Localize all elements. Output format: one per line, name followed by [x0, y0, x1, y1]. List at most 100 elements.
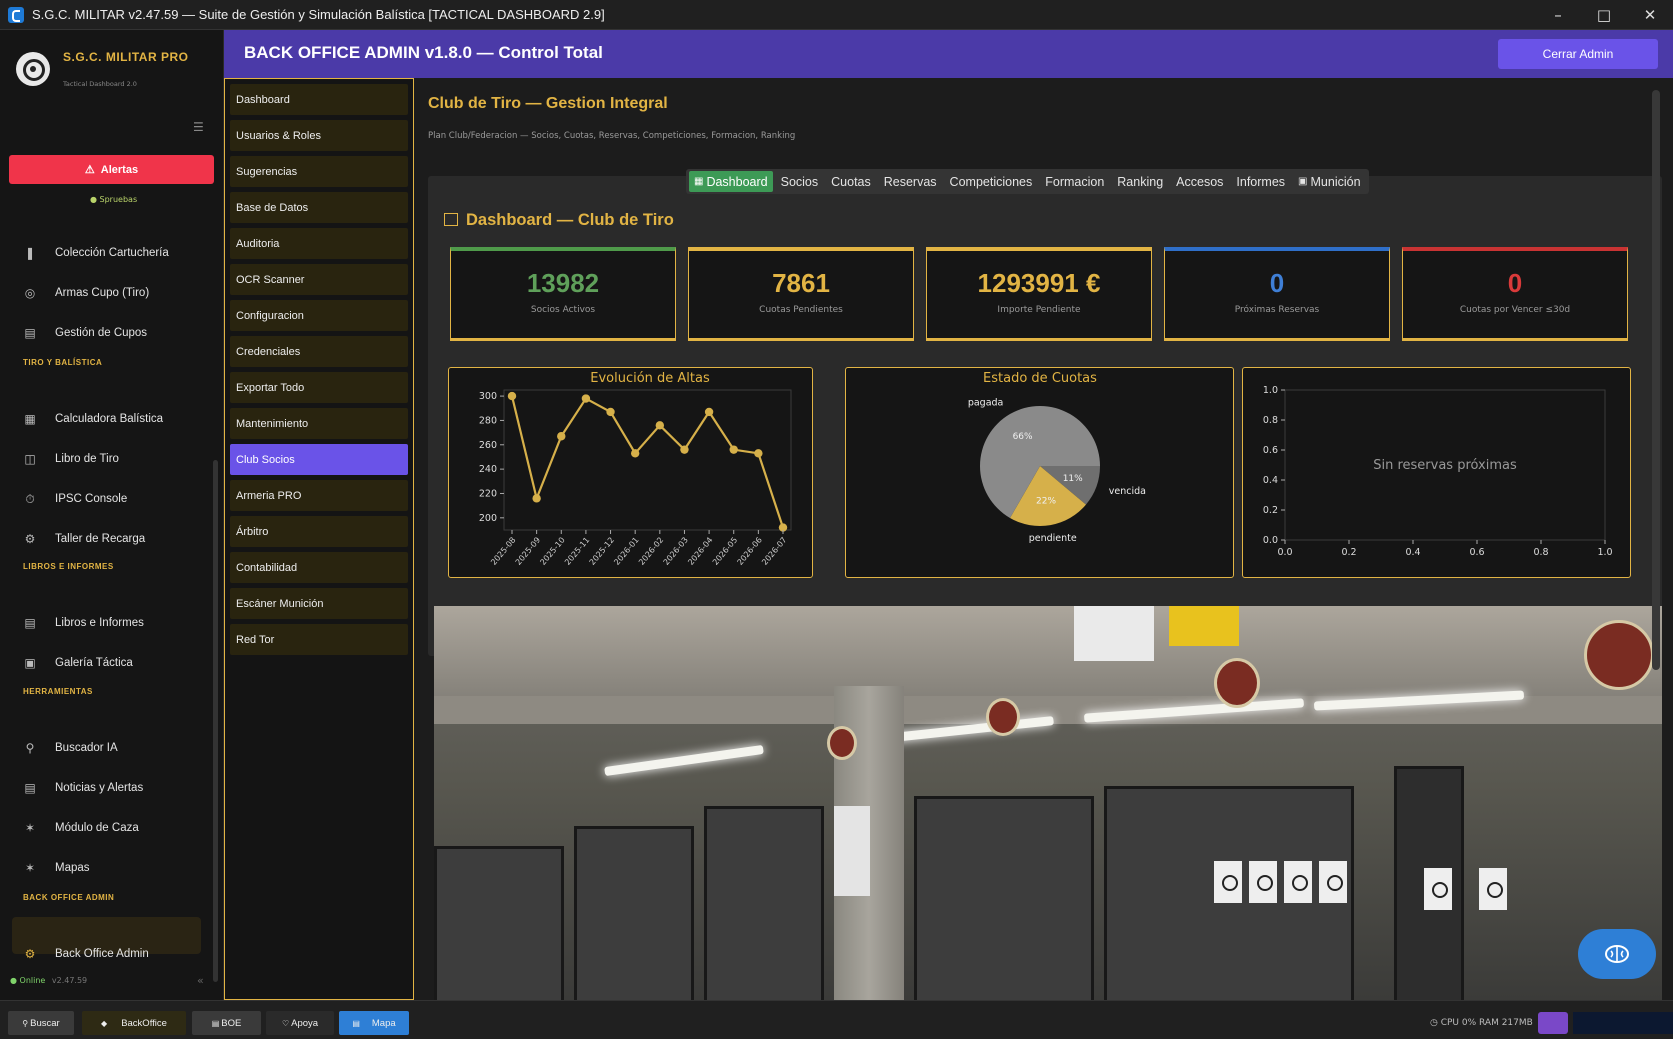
admin-menu-item[interactable]: Sugerencias	[230, 156, 408, 187]
kpi-card: 7861 Cuotas Pendientes	[688, 247, 914, 341]
kpi-label: Cuotas por Vencer ≤30d	[1459, 305, 1571, 315]
kpi-card: 1293991 € Importe Pendiente	[926, 247, 1152, 341]
admin-menu-item[interactable]: Auditoria	[230, 228, 408, 259]
hamburger-icon[interactable]: ☰	[193, 120, 204, 134]
tab-label: Socios	[780, 174, 819, 189]
admin-menu-item[interactable]: Red Tor	[230, 624, 408, 655]
heart-icon: ♡	[281, 1018, 290, 1028]
taskbar-boe-label: BOE	[221, 1017, 242, 1029]
admin-menu-item[interactable]: OCR Scanner	[230, 264, 408, 295]
data-point	[680, 445, 689, 454]
maximize-icon[interactable]: □	[1581, 0, 1627, 30]
tab-dashboard[interactable]: ▦ Dashboard	[689, 171, 773, 192]
tab-ranking[interactable]: Ranking	[1112, 171, 1168, 192]
sidebar-item-taller-recarga[interactable]: ⚙ Taller de Recarga	[22, 525, 146, 553]
sidebar-item-label: Noticias y Alertas	[55, 782, 144, 794]
kpi-card: 0 Cuotas por Vencer ≤30d	[1402, 247, 1628, 341]
admin-menu-item[interactable]: Escáner Munición	[230, 588, 408, 619]
sidebar-item-mapas[interactable]: ✶ Mapas	[22, 854, 90, 882]
admin-menu-item[interactable]: Club Socios	[230, 444, 408, 475]
admin-menu-item[interactable]: Dashboard	[230, 84, 408, 115]
plot-frame	[503, 389, 792, 531]
tab-label: Reservas	[883, 174, 937, 189]
collapse-icon[interactable]: «	[197, 974, 204, 987]
sidebar-item-back-office-admin[interactable]: ⚙ Back Office Admin	[22, 940, 149, 968]
kpi-label: Cuotas Pendientes	[759, 305, 843, 315]
admin-menu-item[interactable]: Usuarios & Roles	[230, 120, 408, 151]
document-icon: ▤	[211, 1018, 220, 1028]
photo-light	[604, 744, 764, 777]
sidebar-item-label: Módulo de Caza	[55, 822, 139, 834]
tab-informes[interactable]: Informes	[1231, 171, 1290, 192]
photo-crest	[827, 726, 857, 760]
sidebar-item-modulo-caza[interactable]: ✶ Módulo de Caza	[22, 814, 139, 842]
y-tick-label: 260	[479, 440, 497, 451]
sidebar-item-ipsc-console[interactable]: ⏱ IPSC Console	[22, 485, 127, 513]
tab-label: Munición	[1310, 174, 1361, 189]
taskbar-mapa-button[interactable]: ▤ Mapa	[339, 1011, 409, 1035]
map-icon: ▤	[352, 1018, 360, 1028]
data-point	[606, 407, 615, 417]
admin-menu-item[interactable]: Exportar Todo	[230, 372, 408, 403]
admin-menu-item[interactable]: Árbitro	[230, 516, 408, 547]
admin-menu-item[interactable]: Configuracion	[230, 300, 408, 331]
close-icon[interactable]: ✕	[1627, 0, 1673, 30]
sidebar-item-galeria-tactica[interactable]: ▣ Galería Táctica	[22, 649, 132, 677]
status-tag: ● Spruebas	[90, 195, 138, 204]
admin-menu-item[interactable]: Base de Datos	[230, 192, 408, 223]
chart-reservas: 0.0 0.2 0.4 0.6 0.8 1.0 0.0 0.2 0.4 0.6 0.8 1.0 Sin …	[1242, 367, 1631, 578]
assistant-button[interactable]	[1578, 929, 1656, 979]
close-admin-button[interactable]: Cerrar Admin	[1498, 39, 1658, 69]
content-title: Club de Tiro — Gestion Integral	[428, 95, 668, 112]
sidebar-item-coleccion-cartucheria[interactable]: ❚ Colección Cartuchería	[22, 239, 169, 267]
photo-target	[1214, 861, 1242, 903]
kpi-value: 1293991 €	[977, 268, 1101, 298]
empty-chart: 0.0 0.2 0.4 0.6 0.8 1.0 0.0 0.2 0.4 0.6 0.8 1.0 Sin …	[1263, 385, 1613, 558]
content-scrollbar[interactable]	[1652, 90, 1660, 670]
kpi-label: Importe Pendiente	[997, 305, 1081, 315]
pie-pct-label: 11%	[1063, 474, 1083, 484]
tab-socios[interactable]: Socios	[776, 171, 824, 192]
admin-header: BACK OFFICE ADMIN v1.8.0 — Control Total…	[224, 30, 1673, 78]
photo-target	[1479, 868, 1507, 910]
sidebar-item-label: Back Office Admin	[55, 948, 149, 960]
sidebar-item-armas-cupo[interactable]: ◎ Armas Cupo (Tiro)	[22, 279, 149, 307]
tab-municion[interactable]: ▣ Munición	[1293, 171, 1365, 192]
x-tick-label: 0.8	[1533, 547, 1548, 558]
brain-toggle-button[interactable]	[1538, 1012, 1568, 1034]
cpu-icon: ◷	[1430, 1018, 1441, 1028]
sidebar-item-libro-tiro[interactable]: ◫ Libro de Tiro	[22, 445, 119, 473]
sidebar-item-noticias-alertas[interactable]: ▤ Noticias y Alertas	[22, 774, 143, 802]
tab-cuotas[interactable]: Cuotas	[826, 171, 876, 192]
taskbar-search-button[interactable]: ⚲ Buscar	[8, 1011, 74, 1035]
admin-menu-item[interactable]: Armeria PRO	[230, 480, 408, 511]
admin-menu-item[interactable]: Contabilidad	[230, 552, 408, 583]
minimize-icon[interactable]: –	[1535, 0, 1581, 30]
pie-category-label: vencida	[1109, 486, 1146, 497]
sidebar-scrollbar[interactable]	[213, 460, 218, 982]
document-icon: ▤	[24, 616, 36, 630]
taskbar-search-label: Buscar	[30, 1017, 60, 1029]
taskbar-backoffice-button[interactable]: ◆ BackOffice	[82, 1011, 186, 1035]
taskbar-field[interactable]	[1573, 1012, 1673, 1034]
pie-chart: Estado de Cuotas 11% vencida 22% pendiente 66…	[968, 371, 1146, 544]
sidebar-item-buscador-ia[interactable]: ⚲ Buscador IA	[22, 734, 118, 762]
tab-reservas[interactable]: Reservas	[879, 171, 942, 192]
photo-target	[1284, 861, 1312, 903]
admin-menu-item[interactable]: Mantenimiento	[230, 408, 408, 439]
pie-category-label: pendiente	[1029, 533, 1077, 544]
alerts-button[interactable]: ⚠ Alertas	[9, 155, 214, 184]
title-bar: S.G.C. MILITAR v2.47.59 — Suite de Gesti…	[0, 0, 1673, 30]
taskbar-boe-button[interactable]: ▤ BOE	[192, 1011, 261, 1035]
sidebar-item-gestion-cupos[interactable]: ▤ Gestión de Cupos	[22, 319, 147, 347]
series-line	[510, 395, 785, 528]
tab-accesos[interactable]: Accesos	[1171, 171, 1228, 192]
sidebar-item-libros-informes[interactable]: ▤ Libros e Informes	[22, 609, 144, 637]
x-tick-label: 1.0	[1597, 547, 1612, 558]
taskbar-apoya-button[interactable]: ♡ Apoya	[266, 1011, 334, 1035]
tab-formacion[interactable]: Formacion	[1040, 171, 1109, 192]
app-icon	[8, 6, 24, 23]
sidebar-item-calculadora-balistica[interactable]: ▦ Calculadora Balística	[22, 405, 163, 433]
admin-menu-item[interactable]: Credenciales	[230, 336, 408, 367]
tab-competiciones[interactable]: Competiciones	[945, 171, 1038, 192]
